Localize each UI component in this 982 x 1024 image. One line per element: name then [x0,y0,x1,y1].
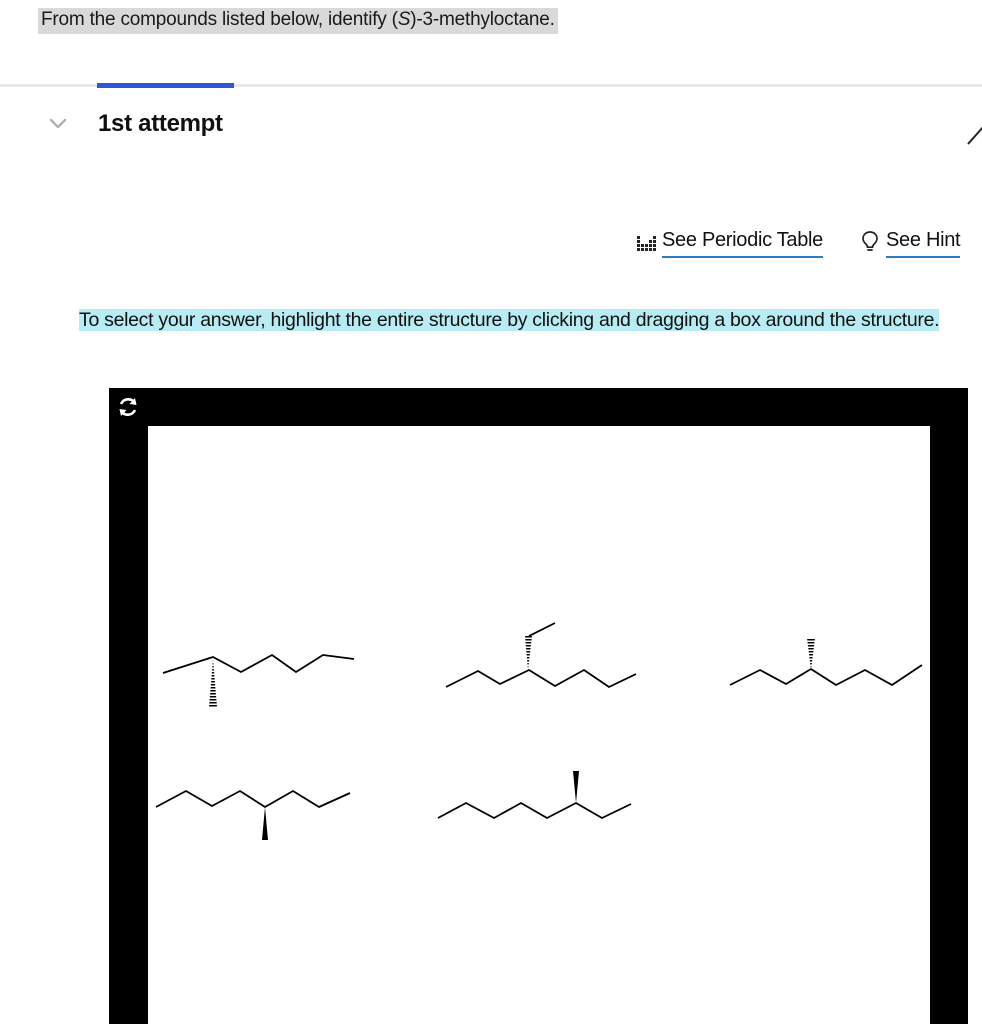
instruction-highlight: To select your answer, highlight the ent… [79,309,940,331]
structure-option-5-skeleton[interactable] [437,771,632,819]
attempt-title: 1st attempt [98,110,223,137]
chevron-down-icon[interactable] [48,117,68,131]
question-stereo-descriptor: S [397,9,411,30]
active-tab-indicator [97,83,234,88]
question-prefix: From the compounds listed below, identif… [41,9,398,30]
structure-option-2-skeleton[interactable] [445,622,637,688]
structure-canvas[interactable] [148,426,930,1024]
reset-icon[interactable] [115,394,141,420]
instruction-text: To select your answer, highlight the ent… [79,305,959,336]
lightbulb-icon [862,231,878,251]
see-hint-link[interactable]: See Hint [858,228,961,260]
structure-option-1-skeleton[interactable] [162,654,355,707]
periodic-table-icon [637,236,656,251]
see-periodic-table-link[interactable]: See Periodic Table [634,228,823,260]
structure-selection-viewer[interactable] [109,388,968,1024]
structure-option-3-skeleton[interactable] [729,638,923,686]
question-suffix: )-3-methyloctane. [410,9,555,30]
pencil-icon[interactable] [962,118,982,148]
question-text: From the compounds listed below, identif… [38,8,558,34]
structure-option-4-skeleton[interactable] [155,790,351,840]
structure-option-1[interactable] [148,426,930,1024]
see-hint-label[interactable]: See Hint [886,228,961,258]
see-periodic-table-label[interactable]: See Periodic Table [662,228,823,258]
